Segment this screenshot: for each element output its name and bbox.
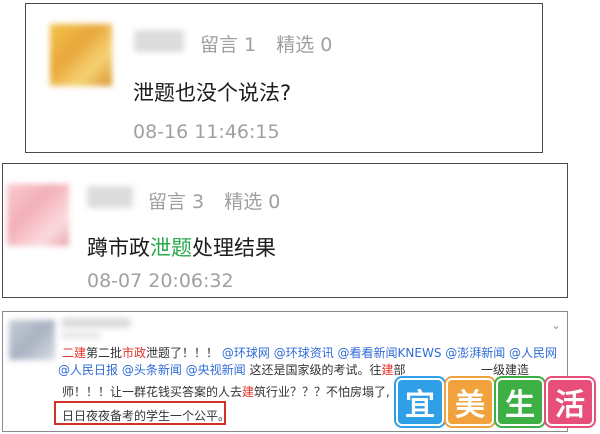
comment-text: 蹲市政泄题处理结果 (87, 232, 276, 262)
comment-meta: 留言 3 精选 0 (148, 187, 294, 214)
comment-meta: 留言 1 精选 0 (200, 30, 346, 57)
post-text: 师！！！让一群花钱买答案的人去 (62, 385, 243, 399)
username[interactable] (87, 186, 133, 208)
post-text: 这还是国家级的考试。往 (245, 363, 382, 377)
username[interactable] (134, 30, 184, 52)
post-meta (61, 331, 101, 339)
post-line: 二建第二批市政泄题了！！！ @环球网 @环球资讯 @看看新闻KNEWS @澎湃新… (62, 344, 557, 361)
highlight-box (54, 401, 226, 425)
watermark-logo: 宜 美 生 活 (396, 378, 594, 426)
post-text: 第二批 (86, 346, 123, 360)
post-text: 筑行业？？？不怕房塌了, (254, 385, 390, 399)
watermark-char: 活 (546, 378, 594, 426)
featured-count[interactable]: 精选 0 (224, 191, 280, 213)
comment-text-part: 蹲市政 (87, 236, 150, 260)
keyword-red: 二建 (62, 346, 87, 360)
reply-count[interactable]: 留言 1 (200, 34, 256, 56)
featured-count[interactable]: 精选 0 (276, 34, 332, 56)
post-text: 部 (393, 363, 406, 377)
keyword-red: 建 (242, 385, 255, 399)
watermark-char: 宜 (396, 378, 444, 426)
avatar[interactable] (50, 24, 112, 86)
post-text: 泄题了！！！ (146, 346, 219, 360)
chevron-down-icon[interactable]: ⌄ (551, 318, 561, 332)
highlighted-keyword: 泄题 (150, 236, 192, 260)
watermark-char: 生 (496, 378, 544, 426)
reply-count[interactable]: 留言 3 (148, 191, 204, 213)
username[interactable] (61, 318, 131, 328)
mention-links[interactable]: @环球网 @环球资讯 @看看新闻KNEWS @澎湃新闻 @人民网 (222, 346, 557, 360)
comment-time: 08-16 11:46:15 (133, 121, 280, 143)
comment-time: 08-07 20:06:32 (87, 270, 234, 292)
avatar[interactable] (9, 320, 55, 360)
comment-text-part: 处理结果 (192, 236, 276, 260)
comment-text: 泄题也没个说法? (133, 81, 292, 105)
watermark-char: 美 (446, 378, 494, 426)
comment-card: 留言 1 精选 0 泄题也没个说法? 08-16 11:46:15 (25, 3, 543, 153)
mention-links[interactable]: @人民日报 @头条新闻 @央视新闻 (58, 363, 246, 377)
comment-card: 留言 3 精选 0 蹲市政泄题处理结果 08-07 20:06:32 (2, 163, 568, 298)
keyword-red: 市政 (122, 346, 147, 360)
keyword-red: 建 (381, 363, 394, 377)
post-line: @人民日报 @头条新闻 @央视新闻 这还是国家级的考试。往建部 (58, 361, 406, 378)
post-line: 师！！！让一群花钱买答案的人去建筑行业？？？不怕房塌了, (62, 383, 390, 400)
post-line-partial: 一级建造 (481, 363, 530, 377)
avatar[interactable] (7, 184, 69, 246)
